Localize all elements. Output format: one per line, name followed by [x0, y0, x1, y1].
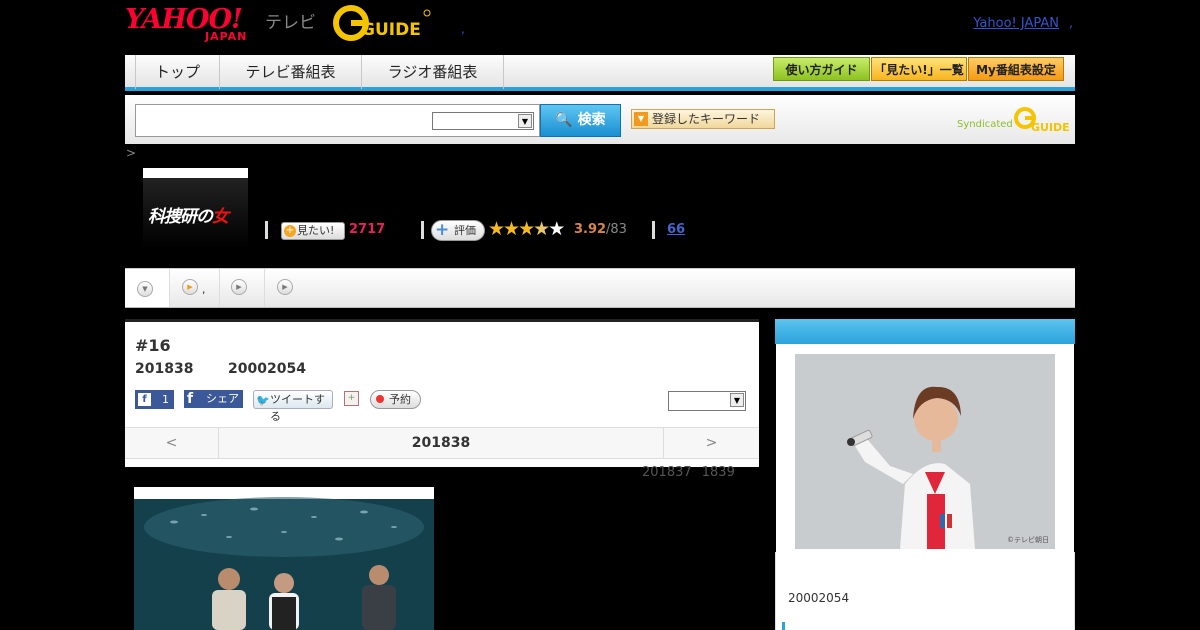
- rating-count: /83: [606, 222, 627, 237]
- search-bar: ▼ 🔍 検索 ▼ 登録したキーワード Syndicated GUIDE: [125, 95, 1075, 144]
- episode-tabs: ▼ ▶ , ▶ ▶: [125, 268, 1075, 308]
- tab-radio-schedule[interactable]: ラジオ番組表: [362, 55, 504, 89]
- tweet-button[interactable]: 🐦 ツイートする: [253, 390, 333, 423]
- star-half-icon: ★: [533, 218, 550, 240]
- mitai-count: 2717: [349, 222, 386, 237]
- tab-video-1[interactable]: ▶ ,: [170, 269, 220, 307]
- previous-episode-button[interactable]: <: [125, 428, 219, 458]
- gguide-logo[interactable]: GUIDE: [333, 5, 433, 41]
- lead-actress-illustration: [795, 354, 1055, 549]
- tweet-label: ツイートする: [270, 393, 325, 423]
- facebook-icon: f: [187, 391, 194, 407]
- stat-divider: [652, 221, 655, 239]
- reserve-button[interactable]: 予約: [370, 390, 421, 409]
- facebook-like-count: 1: [162, 393, 169, 406]
- aquarium-scene-illustration: [134, 497, 434, 630]
- gguide-logo-mark: GUIDE: [333, 5, 431, 41]
- chevron-down-icon: ▼: [634, 112, 648, 126]
- sidebar-program-image[interactable]: ©テレビ朝日: [776, 344, 1074, 552]
- plus-icon: +: [435, 220, 450, 240]
- rating-score: 3.92: [574, 222, 607, 237]
- mitai-list-button[interactable]: 「見たい!」一覧: [871, 57, 967, 81]
- japan-logo-text: JAPAN: [205, 30, 248, 43]
- twitter-bird-icon: 🐦: [256, 394, 270, 407]
- sidebar-accent-bar: [782, 622, 785, 630]
- episode-date: 201838: [135, 361, 194, 377]
- site-header: YAHOO! JAPAN テレビ GUIDE , Yahoo! JAPAN ,: [125, 0, 1075, 50]
- episode-meta: 201837 1839: [642, 465, 735, 480]
- gguide-small-logo-mark: GUIDE: [1014, 107, 1070, 134]
- yahoo-japan-link[interactable]: Yahoo! JAPAN: [973, 16, 1059, 31]
- stat-divider: [421, 221, 424, 239]
- calendar-add-icon[interactable]: +: [344, 391, 359, 406]
- tab-separator: ,: [202, 283, 206, 296]
- global-nav: トップ テレビ番組表 ラジオ番組表 使い方ガイド 「見たい!」一覧 My番組表設…: [125, 55, 1075, 91]
- search-icon: 🔍: [555, 112, 573, 128]
- stat-divider: [265, 221, 268, 239]
- usage-guide-button[interactable]: 使い方ガイド: [773, 57, 870, 81]
- episode-number: #16: [135, 336, 171, 355]
- breadcrumb: >: [126, 146, 137, 160]
- reserve-label: 予約: [389, 393, 411, 406]
- my-schedule-settings-button[interactable]: My番組表設定: [968, 57, 1064, 81]
- gguide-logo-text: GUIDE: [361, 20, 421, 40]
- facebook-like-button[interactable]: f 1: [135, 390, 174, 409]
- current-episode-date: 201838: [411, 435, 471, 451]
- episode-program-id: 20002054: [228, 361, 306, 377]
- program-key-visual: ©テレビ朝日: [795, 354, 1055, 549]
- plus-icon: +: [284, 225, 296, 237]
- sidebar-info-panel: 20002054: [775, 552, 1075, 630]
- sidebar-header: [775, 319, 1075, 344]
- play-icon: ▶: [182, 279, 198, 295]
- chevron-down-icon: ▼: [730, 393, 744, 407]
- search-button[interactable]: 🔍 検索: [540, 104, 621, 137]
- rating-stars: ★★★★★: [488, 218, 565, 240]
- play-icon: ▶: [231, 279, 247, 295]
- tv-logo-text[interactable]: テレビ: [265, 8, 316, 33]
- star-empty-icon: ★: [548, 218, 565, 240]
- gguide-small-logo-text: GUIDE: [1031, 121, 1070, 134]
- tab-tv-schedule[interactable]: テレビ番組表: [220, 55, 362, 89]
- program-title-part-2: 女: [212, 207, 229, 227]
- saved-keywords-button[interactable]: ▼ 登録したキーワード: [631, 109, 775, 129]
- search-category-select[interactable]: ▼: [432, 112, 534, 130]
- record-dot-icon: [376, 395, 384, 403]
- chevron-down-icon: ▼: [137, 281, 153, 297]
- facebook-share-label: シェア: [206, 392, 239, 405]
- facebook-share-button[interactable]: f シェア: [184, 390, 243, 408]
- review-count-link[interactable]: 66: [667, 222, 685, 237]
- program-thumbnail-title: 科捜研の女: [148, 202, 229, 227]
- star-icon: ★: [503, 218, 520, 240]
- tab-video-2[interactable]: ▶: [220, 269, 265, 307]
- episode-card: #16 201838 20002054 f 1 f シェア 🐦 ツイートする +…: [125, 319, 759, 467]
- episode-pager: < 201838 >: [125, 427, 759, 459]
- program-thumbnail[interactable]: 科捜研の女: [143, 168, 248, 248]
- syndicated-gguide-logo: Syndicated GUIDE: [955, 105, 1070, 135]
- play-icon: ▶: [277, 279, 293, 295]
- tab-episodes[interactable]: ▼: [125, 269, 170, 307]
- rate-button-label: 評価: [454, 224, 476, 237]
- header-separator-2: ,: [1069, 16, 1073, 30]
- program-title-part-1: 科捜研の: [148, 207, 213, 227]
- sidebar-program-id: 20002054: [788, 591, 850, 605]
- rate-button[interactable]: + 評価: [431, 220, 485, 241]
- mitai-button-label: 見たい!: [297, 224, 335, 237]
- image-copyright: ©テレビ朝日: [1007, 536, 1049, 544]
- facebook-icon: f: [138, 393, 151, 406]
- yahoo-japan-logo[interactable]: YAHOO! JAPAN: [125, 4, 265, 44]
- saved-keywords-label: 登録したキーワード: [652, 112, 761, 126]
- tab-video-3[interactable]: ▶: [265, 269, 300, 307]
- header-separator: ,: [461, 22, 465, 36]
- episode-select[interactable]: ▼: [668, 391, 746, 411]
- star-icon: ★: [488, 218, 505, 240]
- chevron-down-icon: ▼: [518, 114, 532, 128]
- mitai-button[interactable]: + 見たい!: [281, 222, 345, 240]
- search-button-label: 検索: [577, 112, 606, 128]
- tab-top[interactable]: トップ: [135, 55, 220, 89]
- star-icon: ★: [518, 218, 535, 240]
- next-episode-button[interactable]: >: [663, 428, 759, 458]
- episode-scene-image[interactable]: [134, 487, 434, 630]
